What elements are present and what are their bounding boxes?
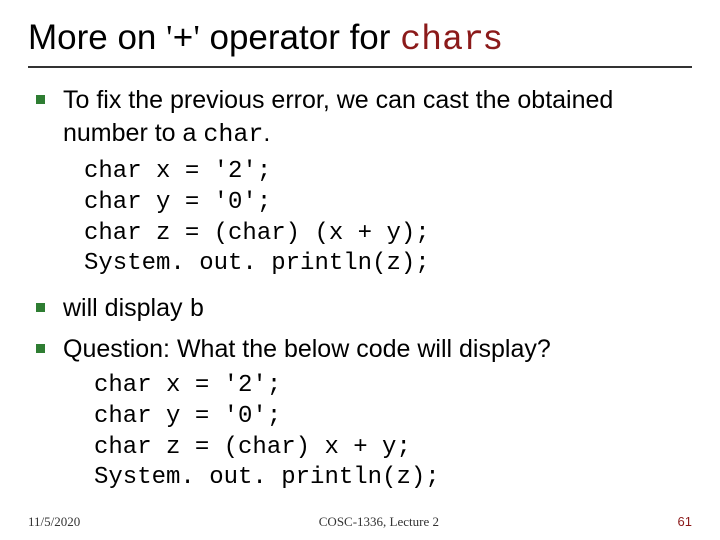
bullet-3: Question: What the below code will displ… bbox=[36, 333, 692, 366]
b2-code: b bbox=[189, 295, 204, 324]
title-pre: More on bbox=[28, 18, 166, 57]
footer-page: 61 bbox=[678, 514, 692, 529]
title-op: + bbox=[172, 20, 193, 60]
bullet-icon bbox=[36, 303, 45, 312]
bullet-1-text: To fix the previous error, we can cast t… bbox=[63, 84, 692, 151]
bullet-icon bbox=[36, 344, 45, 353]
bullet-icon bbox=[36, 95, 45, 104]
b1-code: char bbox=[203, 120, 263, 149]
title-code: char bbox=[400, 20, 484, 60]
b1-suf: . bbox=[263, 119, 270, 147]
bullet-2-text: will display b bbox=[63, 292, 692, 327]
footer-center: COSC-1336, Lecture 2 bbox=[319, 514, 439, 530]
b2-pre: will display bbox=[63, 294, 189, 322]
bullet-2: will display b bbox=[36, 292, 692, 327]
title-underline: More on '+' operator for chars bbox=[28, 18, 692, 68]
slide: More on '+' operator for chars To fix th… bbox=[0, 0, 720, 540]
title-suf: s bbox=[484, 18, 502, 57]
code-block-2: char x = '2'; char y = '0'; char z = (ch… bbox=[94, 371, 692, 494]
slide-footer: 11/5/2020 COSC-1336, Lecture 2 61 bbox=[28, 514, 692, 530]
b1-pre: To fix the previous error, we can cast t… bbox=[63, 86, 613, 147]
title-mid: operator for bbox=[200, 18, 400, 57]
code-block-1: char x = '2'; char y = '0'; char z = (ch… bbox=[84, 157, 692, 280]
bullet-3-text: Question: What the below code will displ… bbox=[63, 333, 692, 366]
slide-content: To fix the previous error, we can cast t… bbox=[28, 84, 692, 494]
slide-title: More on '+' operator for chars bbox=[28, 18, 692, 60]
footer-date: 11/5/2020 bbox=[28, 514, 80, 530]
bullet-1: To fix the previous error, we can cast t… bbox=[36, 84, 692, 151]
